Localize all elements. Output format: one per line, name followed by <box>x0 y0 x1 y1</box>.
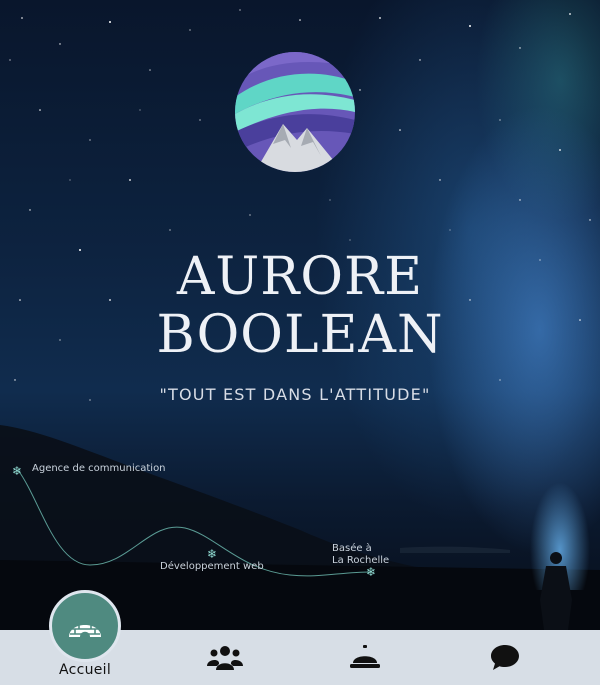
nav-item-contact[interactable] <box>465 630 545 685</box>
igloo-icon <box>69 623 101 637</box>
snowflake-icon: ❄ <box>207 547 218 561</box>
nav-item-team[interactable] <box>185 630 265 685</box>
nav-item-services[interactable] <box>325 630 405 685</box>
timeline-path <box>17 469 373 577</box>
timeline-label-agency: Agence de communication <box>32 463 166 474</box>
snowflake-icon: ❄ <box>12 464 23 478</box>
timeline-label-location-1: Basée à <box>332 543 372 554</box>
snowflake-icon: ❄ <box>366 565 377 579</box>
users-icon <box>207 646 243 670</box>
timeline-label-location-2: La Rochelle <box>332 555 390 566</box>
chat-bubble-icon <box>491 645 519 670</box>
hero-background: AURORE BOOLEAN "TOUT EST DANS L'ATTITUDE… <box>0 0 600 630</box>
timeline-label-webdev: Développement web <box>160 561 264 572</box>
nav-item-home[interactable] <box>49 590 121 662</box>
nav-label-home: Accueil <box>58 662 112 678</box>
concierge-bell-icon <box>350 645 380 668</box>
